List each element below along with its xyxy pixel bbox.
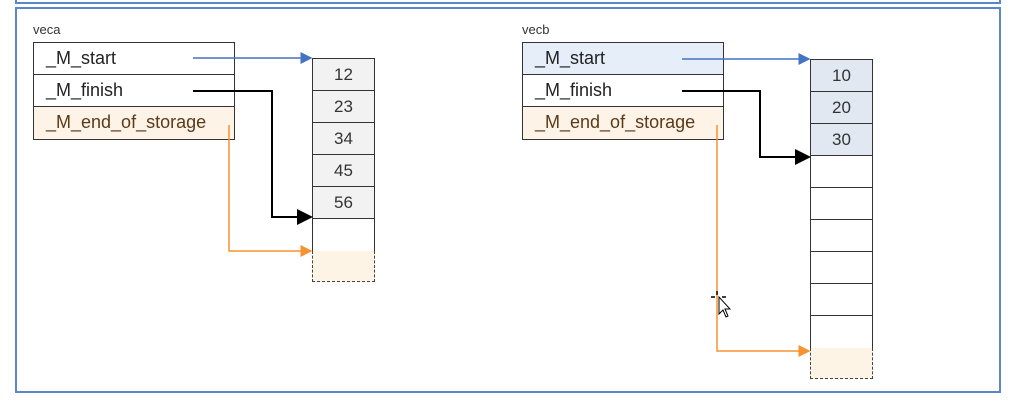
vecb-end-arrow (716, 125, 811, 357)
vecb-finish-arrow (682, 90, 811, 165)
pointer-arrows (193, 52, 811, 357)
veca-end-arrow (228, 125, 313, 257)
mouse-cursor-icon (711, 291, 732, 318)
veca-finish-arrow (193, 90, 313, 225)
